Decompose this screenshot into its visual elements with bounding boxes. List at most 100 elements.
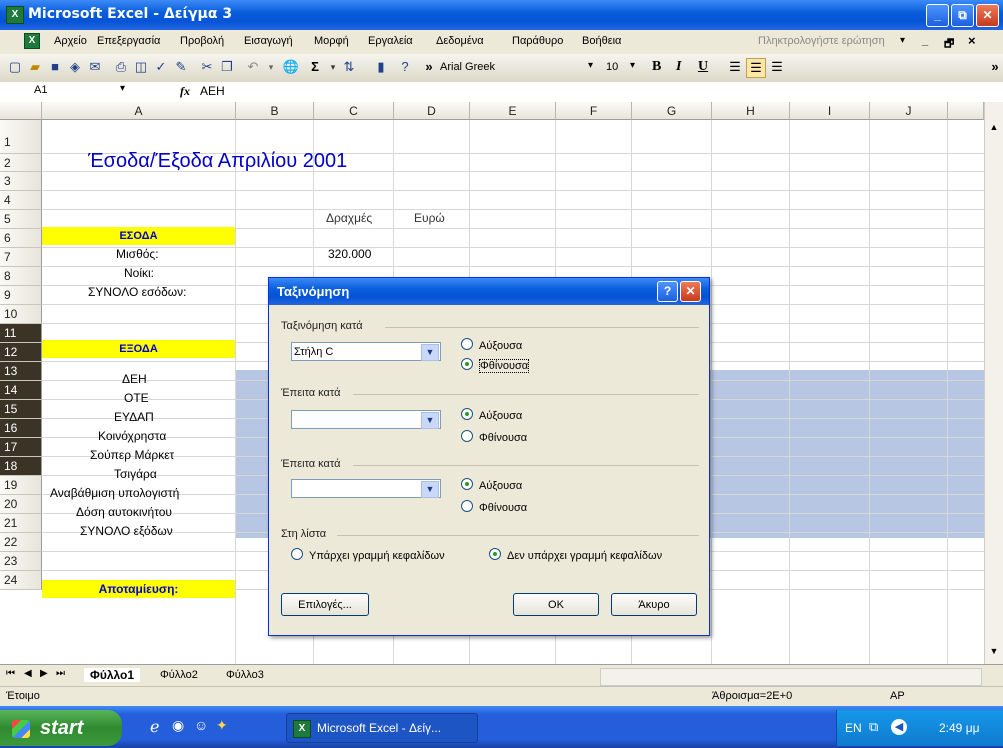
doc-close-button[interactable]: × [968,33,976,48]
messenger-icon[interactable]: ☺ [194,717,208,733]
chevron-down-icon[interactable]: ▼ [421,412,439,429]
row-header[interactable]: 13 [0,362,42,381]
align-right-icon[interactable]: ☰ [768,58,786,76]
cell-a12[interactable]: ΟΤΕ [124,389,149,408]
menu-tools[interactable]: Εργαλεία [368,35,413,47]
menu-help[interactable]: Βοήθεια [582,35,621,47]
language-indicator[interactable]: EN [845,721,862,735]
row-header[interactable]: 2 [0,154,42,172]
then-by-1-descending-radio[interactable]: Φθίνουσα [461,430,527,444]
print-preview-icon[interactable]: ◫ [132,58,150,76]
then-by-combo-1[interactable]: ▼ [291,410,441,429]
cell-a1-title[interactable]: Έσοδα/Έξοδα Απριλίου 2001 [88,148,347,174]
column-header-j[interactable]: J [870,102,948,120]
cell-a11[interactable]: ΔΕΗ [122,370,147,389]
fx-icon[interactable]: fx [180,84,190,99]
header-row-yes-radio[interactable]: Υπάρχει γραμμή κεφαλίδων [291,548,445,562]
options-button[interactable]: Επιλογές... [281,593,369,616]
excel-icon[interactable]: X [6,6,24,24]
ask-question-box[interactable]: Πληκτρολογήστε ερώτηση [758,35,885,47]
doc-minimize-button[interactable]: _ [922,35,928,47]
row-header[interactable]: 21 [0,514,42,533]
save-icon[interactable]: ■ [46,58,64,76]
menu-view[interactable]: Προβολή [180,35,224,47]
chevron-down-icon[interactable]: ▼ [421,344,439,361]
vertical-scrollbar[interactable]: ▲ ▼ [984,102,1003,664]
cell-a4-income[interactable]: ΕΣΟΔΑ [42,227,235,245]
sheet-tab-1[interactable]: Φύλλο1 [84,668,141,682]
cell-a5[interactable]: Μισθός: [116,245,159,264]
then-by-1-ascending-radio[interactable]: Αύξουσα [461,408,522,422]
network-icon[interactable]: ⧉ [869,719,878,735]
align-left-icon[interactable]: ☰ [726,58,744,76]
column-header-i[interactable]: I [790,102,870,120]
toolbar-options-icon-2[interactable]: » [986,58,1003,76]
then-by-2-descending-radio[interactable]: Φθίνουσα [461,500,527,514]
workbook-icon[interactable]: X [24,33,40,49]
row-header[interactable]: 7 [0,248,42,267]
then-by-combo-2[interactable]: ▼ [291,479,441,498]
cell-a17[interactable]: Αναβάθμιση υπολογιστή [50,484,179,503]
column-header-h[interactable]: H [712,102,790,120]
font-name-box[interactable]: Arial Greek [440,61,495,73]
column-header-e[interactable]: E [470,102,556,120]
sheet-tab-2[interactable]: Φύλλο2 [160,669,198,681]
menu-window[interactable]: Παράθυρο [512,35,563,47]
column-header-d[interactable]: D [394,102,470,120]
chevron-down-icon[interactable]: ▼ [421,481,439,498]
sort-ascending-icon[interactable]: ⇅ [340,58,358,76]
dialog-help-button[interactable]: ? [657,281,678,302]
ask-dropdown-icon[interactable]: ▾ [900,35,905,46]
help-icon[interactable]: ? [396,58,414,76]
bold-button[interactable]: B [652,59,661,75]
column-header-a[interactable]: A [42,102,236,120]
row-header[interactable]: 18 [0,457,42,476]
dialog-close-button[interactable]: ✕ [680,281,701,302]
menu-format[interactable]: Μορφή [314,35,349,47]
font-size-dropdown-icon[interactable]: ▾ [630,60,635,71]
sort-by-ascending-radio[interactable]: Αύξουσα [461,338,522,352]
toolbar-options-icon[interactable]: » [420,58,438,76]
email-icon[interactable]: ✉ [86,58,104,76]
column-header-b[interactable]: B [236,102,314,120]
row-header[interactable]: 3 [0,172,42,191]
doc-restore-button[interactable]: 🗗 [944,35,954,54]
menu-edit[interactable]: Επεξεργασία [97,35,160,47]
horizontal-scrollbar[interactable] [600,668,982,686]
cell-a18[interactable]: Δόση αυτοκινήτου [76,503,172,522]
formula-content[interactable]: ΑΕΗ [200,84,225,98]
sort-by-combo[interactable]: Στήλη C ▼ [291,342,441,361]
cut-icon[interactable]: ✂ [198,58,216,76]
header-row-no-radio[interactable]: Δεν υπάρχει γραμμή κεφαλίδων [489,548,662,562]
row-header[interactable]: 15 [0,400,42,419]
autosum-icon[interactable]: Σ [306,58,324,76]
row-header[interactable]: 17 [0,438,42,457]
column-header-c[interactable]: C [314,102,394,120]
row-header[interactable]: 19 [0,476,42,495]
hyperlink-icon[interactable]: 🌐 [282,58,300,76]
print-icon[interactable]: ⎙ [112,58,130,76]
sheet-tab-3[interactable]: Φύλλο3 [226,669,264,681]
sort-dialog-titlebar[interactable]: Ταξινόμηση ? ✕ [269,278,709,305]
row-header[interactable]: 12 [0,343,42,362]
row-header[interactable]: 16 [0,419,42,438]
media-icon[interactable]: ◉ [172,717,184,734]
row-header[interactable]: 5 [0,210,42,229]
next-sheet-icon[interactable]: ▶ [40,668,48,679]
row-header[interactable]: 22 [0,533,42,552]
row-header[interactable]: 20 [0,495,42,514]
column-header-k[interactable] [948,102,984,120]
close-button[interactable]: ✕ [976,4,999,27]
cancel-button[interactable]: Άκυρο [611,593,697,616]
ok-button[interactable]: OK [513,593,599,616]
menu-data[interactable]: Δεδομένα [436,35,484,47]
cell-a13[interactable]: ΕΥΔΑΠ [114,408,154,427]
column-header-g[interactable]: G [632,102,712,120]
row-header[interactable]: 23 [0,552,42,571]
cell-a7[interactable]: ΣΥΝΟΛΟ εσόδων: [88,283,186,302]
cell-c5[interactable]: 320.000 [328,245,371,264]
prev-sheet-icon[interactable]: ◀ [24,668,32,679]
cell-a15[interactable]: Σούπερ Μάρκετ [90,446,174,465]
italic-button[interactable]: I [676,59,681,75]
font-size-box[interactable]: 10 [606,61,618,73]
